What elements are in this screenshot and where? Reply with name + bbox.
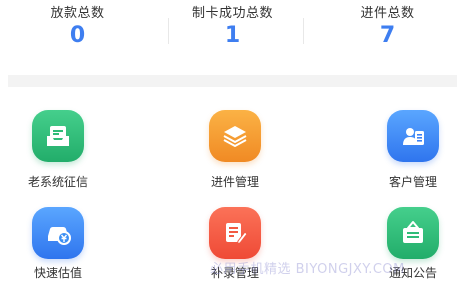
section-separator bbox=[8, 75, 457, 87]
edit-document-icon bbox=[209, 207, 261, 259]
car-coin-icon bbox=[32, 207, 84, 259]
layers-icon bbox=[209, 110, 261, 162]
stat-value: 7 bbox=[379, 23, 396, 48]
stat-card-success-total[interactable]: 制卡成功总数 1 bbox=[155, 0, 310, 58]
stat-loan-total[interactable]: 放款总数 0 bbox=[0, 0, 155, 58]
stat-label: 制卡成功总数 bbox=[191, 6, 273, 21]
menu-label: 客户管理 bbox=[388, 175, 437, 189]
inbox-icon bbox=[32, 110, 84, 162]
stat-label: 进件总数 bbox=[360, 6, 415, 21]
menu-item-customer-management[interactable]: 客户管理 bbox=[358, 108, 465, 189]
divider bbox=[303, 18, 304, 44]
menu-label: 老系统征信 bbox=[27, 175, 88, 189]
notice-board-icon bbox=[387, 207, 439, 259]
menu-item-quick-valuation[interactable]: 快速估值 bbox=[3, 205, 113, 285]
stat-application-total[interactable]: 进件总数 7 bbox=[310, 0, 465, 58]
stat-value: 0 bbox=[69, 23, 86, 48]
watermark: 必用手机精选 BIYONGJXY.COM bbox=[210, 262, 405, 277]
menu-label: 进件管理 bbox=[210, 175, 259, 189]
stats-row: 放款总数 0 制卡成功总数 1 进件总数 7 bbox=[0, 0, 465, 58]
menu-item-application-management[interactable]: 进件管理 bbox=[180, 108, 290, 189]
stat-value: 1 bbox=[224, 23, 241, 48]
menu-item-old-system-credit[interactable]: 老系统征信 bbox=[3, 108, 113, 189]
stat-label: 放款总数 bbox=[50, 6, 105, 21]
customer-card-icon bbox=[387, 110, 439, 162]
menu-label: 快速估值 bbox=[33, 266, 82, 280]
